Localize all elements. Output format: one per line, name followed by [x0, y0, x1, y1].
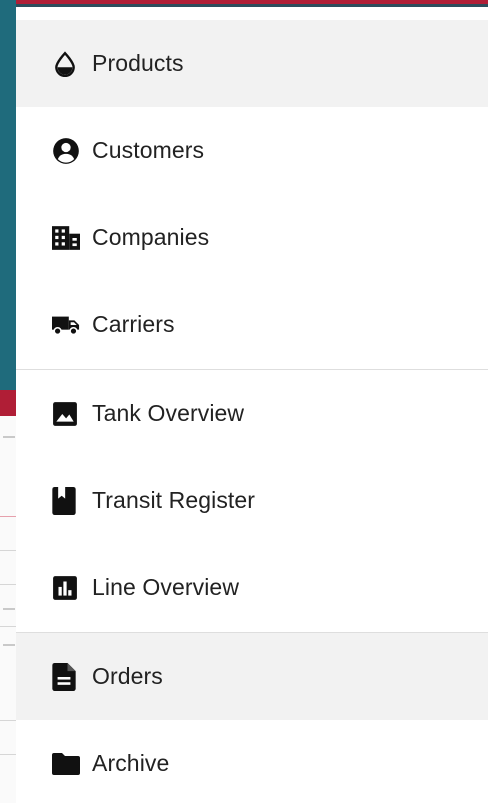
menu-item-transit-register[interactable]: Transit Register: [16, 457, 488, 544]
drawer-accent-bar-dark: [16, 4, 488, 7]
menu-item-customers[interactable]: Customers: [16, 107, 488, 194]
menu-item-label: Companies: [92, 224, 210, 250]
menu-item-companies[interactable]: Companies: [16, 194, 488, 281]
menu-item-orders[interactable]: Orders: [16, 633, 488, 720]
background-red-band: [0, 390, 16, 416]
screen: Products Customers Companies Carriers Ta…: [0, 0, 488, 803]
document-icon: [52, 662, 80, 691]
menu-item-label: Transit Register: [92, 487, 256, 513]
menu-item-label: Orders: [92, 663, 163, 689]
drawer-header: [16, 0, 488, 20]
menu-item-archive[interactable]: Archive: [16, 720, 488, 803]
background-header-panel: [0, 0, 16, 390]
menu-item-carriers[interactable]: Carriers: [16, 281, 488, 368]
background-page-content: [0, 416, 16, 803]
menu-item-label: Line Overview: [92, 574, 240, 600]
bookmark-book-icon: [52, 486, 80, 515]
menu-item-label: Archive: [92, 750, 170, 776]
bar-chart-icon: [52, 574, 80, 602]
background-divider: [0, 754, 16, 755]
background-divider: [0, 720, 16, 721]
building-icon: [52, 224, 80, 252]
menu-item-label: Carriers: [92, 311, 175, 337]
menu-item-tank-overview[interactable]: Tank Overview: [16, 370, 488, 457]
background-divider: [0, 584, 16, 585]
truck-icon: [52, 311, 80, 339]
background-text-fragment: [3, 608, 15, 610]
navigation-drawer: Products Customers Companies Carriers Ta…: [16, 0, 488, 803]
background-text-fragment: [3, 436, 15, 438]
folder-icon: [52, 750, 80, 778]
menu-item-label: Customers: [92, 137, 205, 163]
image-icon: [52, 400, 80, 428]
user-circle-icon: [52, 137, 80, 165]
menu-item-line-overview[interactable]: Line Overview: [16, 544, 488, 631]
background-divider: [0, 550, 16, 551]
menu-item-label: Tank Overview: [92, 400, 245, 426]
background-divider: [0, 626, 16, 627]
menu-item-products[interactable]: Products: [16, 20, 488, 107]
background-text-fragment: [3, 644, 15, 646]
menu-item-label: Products: [92, 50, 184, 76]
background-divider: [0, 516, 16, 517]
water-drop-icon: [52, 50, 80, 78]
